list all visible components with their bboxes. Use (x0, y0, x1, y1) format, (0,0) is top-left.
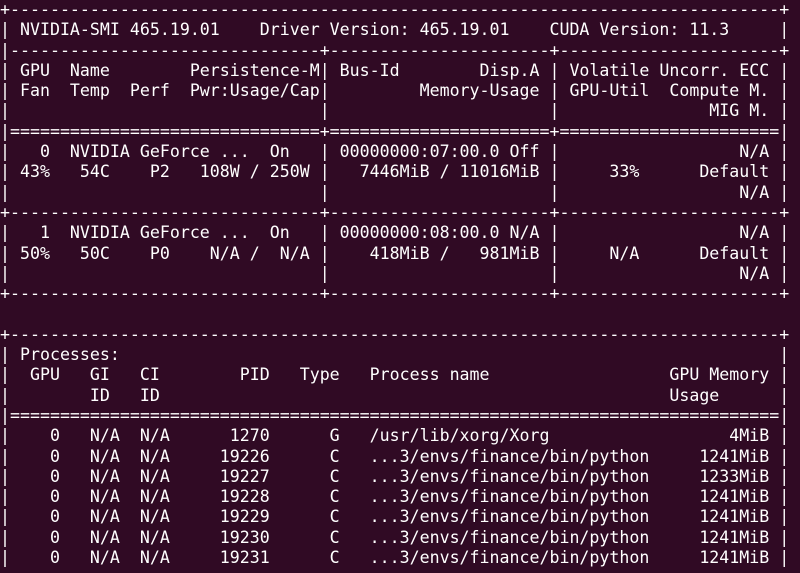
gpu-columns-header-2: | Fan Temp Perf Pwr:Usage/Cap| Memory-Us… (0, 81, 790, 101)
gpu-columns-header-3: | | | MIG M. | (0, 101, 790, 121)
processes-columns-header-2: | ID ID Usage | (0, 385, 790, 405)
gpu0-row-3: | | | N/A | (0, 182, 790, 202)
header-separator: |-------------------------------+-------… (0, 40, 790, 60)
process-row: | 0 N/A N/A 19226 C ...3/envs/finance/bi… (0, 446, 790, 466)
gpu-header-double-rule: |===============================+=======… (0, 121, 790, 141)
gpu1-row-2: | 50% 50C P0 N/A / N/A | 418MiB / 981MiB… (0, 243, 790, 263)
process-row: | 0 N/A N/A 19229 C ...3/envs/finance/bi… (0, 507, 790, 527)
gpu-columns-header-1: | GPU Name Persistence-M| Bus-Id Disp.A … (0, 60, 790, 80)
gpu1-border: +-------------------------------+-------… (0, 284, 790, 304)
processes-border-top: +---------------------------------------… (0, 324, 790, 344)
process-row: | 0 N/A N/A 19230 C ...3/envs/finance/bi… (0, 527, 790, 547)
process-row: | 0 N/A N/A 19231 C ...3/envs/finance/bi… (0, 548, 790, 568)
gpu0-row-2: | 43% 54C P2 108W / 250W | 7446MiB / 110… (0, 162, 790, 182)
processes-title: | Processes: | (0, 345, 790, 365)
gpu1-row-3: | | | N/A | (0, 263, 790, 283)
processes-columns-header-1: | GPU GI CI PID Type Process name GPU Me… (0, 365, 790, 385)
gpu1-row-1: | 1 NVIDIA GeForce ... On | 00000000:08:… (0, 223, 790, 243)
header-versions-line: | NVIDIA-SMI 465.19.01 Driver Version: 4… (0, 20, 790, 40)
processes-border-bottom: +---------------------------------------… (0, 568, 800, 573)
gpu0-border: +-------------------------------+-------… (0, 202, 790, 222)
process-row: | 0 N/A N/A 1270 G /usr/lib/xorg/Xorg 4M… (0, 426, 790, 446)
table-border-top: +---------------------------------------… (0, 0, 790, 19)
process-row: | 0 N/A N/A 19227 C ...3/envs/finance/bi… (0, 466, 790, 486)
processes-double-rule: |=======================================… (0, 405, 790, 425)
process-row: | 0 N/A N/A 19228 C ...3/envs/finance/bi… (0, 487, 790, 507)
terminal-window[interactable]: +---------------------------------------… (0, 0, 800, 573)
gpu0-row-1: | 0 NVIDIA GeForce ... On | 00000000:07:… (0, 142, 790, 162)
